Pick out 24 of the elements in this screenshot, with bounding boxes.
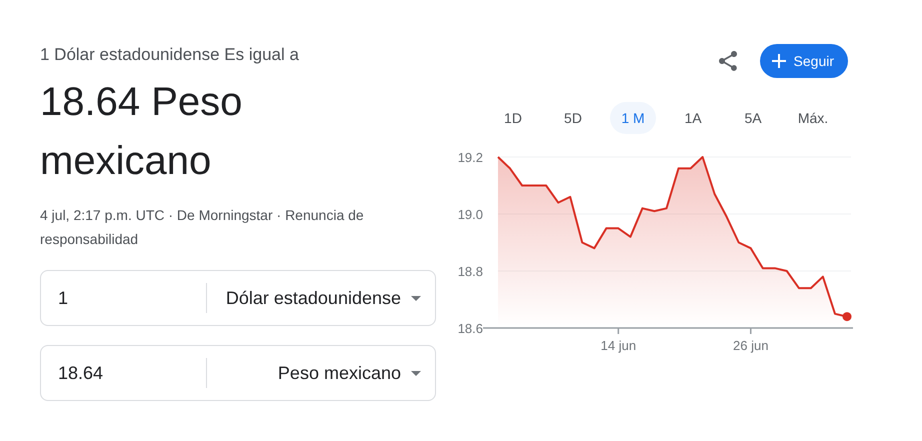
amount-field[interactable]: 18.64 [41,362,206,384]
x-axis-label: 26 jun [733,338,768,353]
range-tab[interactable]: 1 M [610,102,656,134]
y-axis-label: 19.2 [458,150,483,165]
amount-field[interactable]: 1 [41,288,206,308]
conversion-caption: 1 Dólar estadounidense Es igual a [40,44,300,66]
range-tab[interactable]: 5D [543,102,603,134]
y-axis-label: 18.6 [458,321,483,336]
x-axis-label: 14 jun [600,338,636,353]
source-note: 4 jul, 2:17 p.m. UTC · De Morningstar · Renuncia de responsabilidad [40,206,365,249]
caret-icon [411,296,421,300]
range-tab[interactable]: 1A [663,102,723,134]
range-tab[interactable]: 5A [723,102,783,134]
plus-icon [772,54,786,68]
conversion-result: 18.64 Peso mexicano [40,79,244,185]
currency-dropdown[interactable]: Peso mexicano [207,362,435,384]
y-axis-label: 19.0 [458,207,483,222]
currency-dropdown[interactable]: Dólar estadounidense [207,288,435,308]
range-tab[interactable]: 1D [483,102,543,134]
caret-icon [411,370,421,376]
y-axis-label: 18.8 [458,264,483,279]
latest-point [842,312,852,322]
range-tab[interactable]: Máx. [783,102,843,134]
follow-button[interactable]: Seguir [760,44,848,78]
